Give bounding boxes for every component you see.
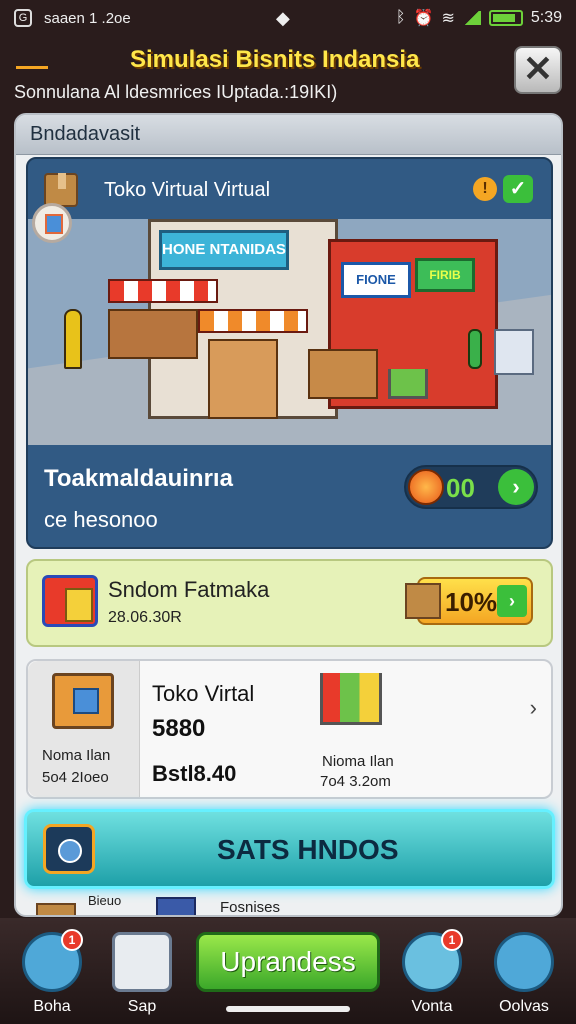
- shop-sign-3: FIRIB: [415, 258, 475, 292]
- menu-accent-line: [16, 66, 48, 69]
- main-action-label: SATS HNDOS: [217, 834, 399, 865]
- notification-badge: 1: [61, 929, 83, 951]
- nav-item-home[interactable]: 1 Boha: [16, 929, 88, 1018]
- close-button[interactable]: ✕: [514, 46, 562, 94]
- notification-badge: 1: [441, 929, 463, 951]
- deal-title: Sndom Fatmaka: [108, 577, 270, 602]
- store-info-card[interactable]: Noma Ilan 5o4 2Ioeo Toko Virtal 5880 Bst…: [26, 659, 553, 799]
- info-right-label: Nioma Ilan: [322, 753, 394, 770]
- checkout-counter: [308, 349, 378, 399]
- awning-red: [108, 279, 218, 303]
- status-left-text: saaen 1 .2oe: [44, 9, 131, 27]
- store-card[interactable]: Toko Virtual Virtual ! ✓ HONE NTANIDAS F…: [26, 157, 553, 549]
- app-notification-icon: G: [14, 9, 32, 27]
- store-label: Toakmaldauinrıa: [44, 465, 233, 492]
- app-subtitle: Sonnulana Al ldesmrices IUptada.:19IKI): [14, 82, 338, 102]
- nav-label: Oolvas: [499, 998, 549, 1015]
- alarm-icon: ⏰: [413, 10, 434, 27]
- shopping-cart-icon: [320, 673, 382, 725]
- produce-stall: [108, 309, 198, 359]
- shopper-figure: [64, 309, 82, 369]
- signal-icon: [462, 11, 481, 25]
- app-title: Simulasi Bisnits Indansia: [130, 46, 420, 73]
- coin-balance[interactable]: 00 ›: [404, 465, 538, 509]
- store-badge-icon[interactable]: [32, 203, 72, 243]
- coin-go-button[interactable]: ›: [498, 469, 534, 505]
- chevron-right-icon[interactable]: ›: [530, 695, 537, 721]
- info-left-value: 5o4 2Ioeo: [42, 769, 109, 786]
- shopping-cart-icon: [388, 369, 428, 399]
- kiosk-machine: [494, 329, 534, 375]
- check-icon[interactable]: ✓: [503, 175, 533, 203]
- status-bar: G saaen 1 .2oe ◆ ᛒ ⏰ ≋ 5:39: [0, 0, 576, 36]
- nav-label: Sap: [127, 998, 157, 1015]
- nav-label: Vonta: [411, 998, 453, 1015]
- chevron-right-icon: ›: [497, 585, 527, 617]
- store-name: Toko Virtual Virtual: [104, 179, 271, 201]
- battery-icon: [488, 10, 523, 26]
- box-icon: [44, 173, 78, 207]
- deal-card[interactable]: Sndom Fatmaka 28.06.30R 10% ›: [26, 559, 553, 647]
- coin-icon: [408, 469, 444, 505]
- main-panel: Bndadavasit Toko Virtual Virtual ! ✓ HON…: [14, 113, 563, 917]
- shop-sign-1: HONE NTANIDAS: [159, 230, 289, 270]
- warning-icon[interactable]: !: [473, 177, 497, 201]
- deal-value: 10%: [445, 587, 498, 617]
- store-sublabel: ce hesonoo: [44, 507, 158, 532]
- coin-value: 00: [446, 473, 475, 503]
- peek-label-b: Fosnises: [220, 899, 281, 916]
- info-amount: Bstl8.40: [152, 761, 237, 786]
- info-col-left: Noma Ilan 5o4 2Ioeo: [28, 661, 140, 797]
- clerk-figure: [468, 329, 482, 369]
- awning-orange: [198, 309, 308, 333]
- box-icon: [112, 932, 172, 992]
- safe-icon: [43, 824, 95, 874]
- box-icon: [36, 903, 76, 915]
- nav-item-shop[interactable]: Sap: [106, 932, 178, 1018]
- deal-subtitle: 28.06.30R: [108, 609, 182, 626]
- nav-item-camera[interactable]: Oolvas: [488, 932, 560, 1018]
- nav-item-chat[interactable]: 1 Vonta: [396, 929, 468, 1018]
- app-header: Simulasi Bisnits Indansia Sonnulana Al l…: [0, 38, 576, 110]
- deal-discount-button[interactable]: 10% ›: [405, 577, 533, 625]
- bottom-nav: 1 Boha Sap Uprandess 1 Vonta Oolvas: [0, 918, 576, 1024]
- info-left-label: Noma Ilan: [42, 747, 111, 764]
- crate-icon: [52, 673, 114, 729]
- wifi-icon: ≋: [441, 10, 455, 27]
- upgrade-button[interactable]: Uprandess: [196, 932, 380, 992]
- close-icon: ✕: [522, 48, 554, 89]
- shop-scene-illustration: HONE NTANIDAS FIONE FIRIB: [28, 219, 551, 445]
- nav-label: Boha: [33, 998, 71, 1015]
- case-icon: [156, 897, 196, 915]
- next-list-row[interactable]: Bieuo Fosnises: [16, 893, 561, 916]
- chat-icon: 1: [402, 929, 463, 992]
- main-action-button[interactable]: SATS HNDOS: [24, 809, 555, 889]
- store-name-row: Toko Virtual Virtual ! ✓: [40, 169, 543, 213]
- status-right: ᛒ ⏰ ≋ 5:39: [396, 8, 562, 28]
- info-title: Toko Virtal: [152, 681, 255, 706]
- camera-icon: [494, 932, 554, 992]
- gift-icon: [42, 575, 98, 627]
- snack-stall: [208, 339, 278, 419]
- info-right-value: 7o4 3.2om: [320, 773, 391, 790]
- info-number: 5880: [152, 715, 206, 742]
- peek-label-a: Bieuo: [88, 893, 122, 908]
- panel-title: Bndadavasit: [16, 115, 561, 155]
- home-indicator[interactable]: [226, 1006, 350, 1012]
- gift-icon: 1: [22, 929, 83, 992]
- bluetooth-icon: ᛒ: [395, 9, 406, 26]
- shop-sign-2: FIONE: [341, 262, 411, 298]
- box-icon: [405, 583, 441, 619]
- clock: 5:39: [530, 9, 562, 26]
- location-icon: ◆: [276, 8, 290, 28]
